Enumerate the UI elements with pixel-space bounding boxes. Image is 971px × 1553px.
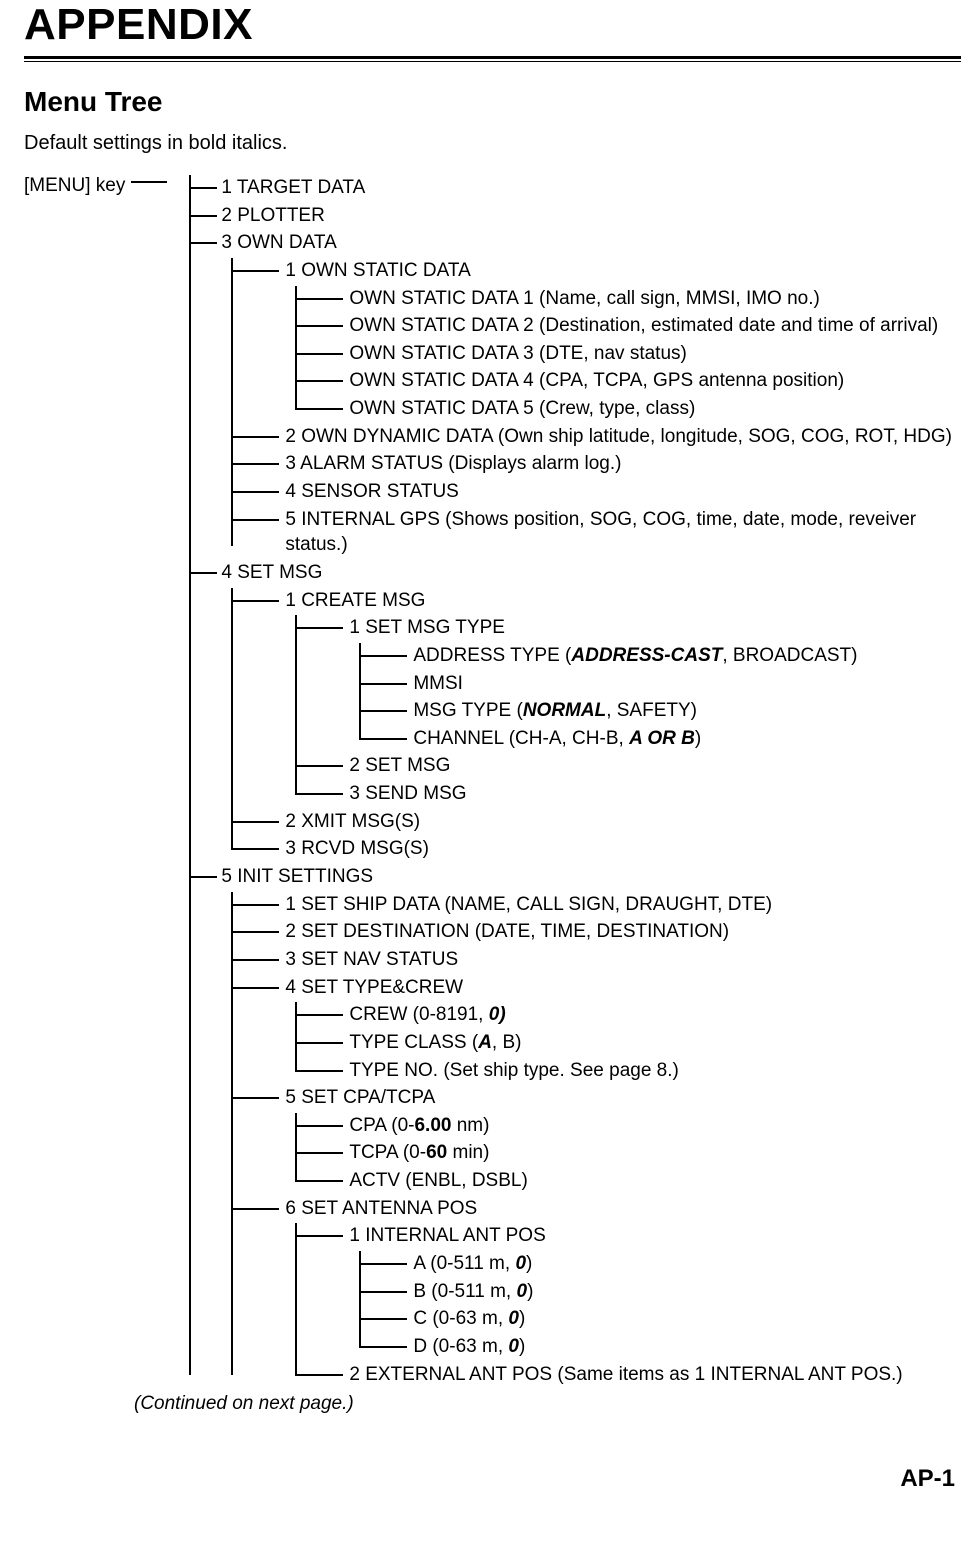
tree-node: 3 OWN DATA 1 OWN STATIC DATA OWN STATIC DA… (201, 230, 961, 558)
tree-node-label: OWN STATIC DATA 2 (Destination, estimate… (349, 315, 938, 336)
tree-node: OWN STATIC DATA 3 (DTE, nav status) (329, 341, 961, 367)
tree-node: C (0-63 m, 0) (393, 1306, 961, 1332)
tree-node-label: 3 SEND MSG (349, 783, 466, 804)
tree-node-label: ADDRESS TYPE (ADDRESS-CAST, BROADCAST) (413, 645, 857, 666)
tree-node: 2 OWN DYNAMIC DATA (Own ship latitude, l… (265, 424, 961, 450)
tree-node: B (0-511 m, 0) (393, 1279, 961, 1305)
tree-node-label: OWN STATIC DATA 1 (Name, call sign, MMSI… (349, 288, 820, 309)
tree-node: 2 EXTERNAL ANT POS (Same items as 1 INTE… (329, 1362, 961, 1388)
default-note: Default settings in bold italics. (24, 132, 961, 155)
tree-node: 1 SET MSG TYPE ADDRESS TYPE (ADDRESS-CAST… (329, 615, 961, 751)
tree-node: TYPE CLASS (A, B) (329, 1030, 961, 1056)
tree-node-label: 1 INTERNAL ANT POS (349, 1225, 545, 1246)
menu-tree-root-children: 1 TARGET DATA 2 PLOTTER 3 OWN DATA 1 OWN ST… (181, 173, 961, 1389)
tree-node-label: C (0-63 m, 0) (413, 1308, 525, 1329)
tree-node-label: 2 EXTERNAL ANT POS (Same items as 1 INTE… (349, 1364, 902, 1385)
tree-node: 1 OWN STATIC DATA OWN STATIC DATA 1 (Name… (265, 258, 961, 422)
tree-node-label: 3 ALARM STATUS (Displays alarm log.) (285, 453, 621, 474)
tree-node: 3 RCVD MSG(S) (265, 836, 961, 862)
tree-node-label: TCPA (0-60 min) (349, 1142, 489, 1163)
tree-node-label: 1 OWN STATIC DATA (285, 260, 470, 281)
tree-node: 3 SET NAV STATUS (265, 947, 961, 973)
tree-node: 1 CREATE MSG 1 SET MSG TYPE ADDRESS TYPE (… (265, 588, 961, 807)
tree-node-label: 2 PLOTTER (221, 205, 324, 226)
tree-node: A (0-511 m, 0) (393, 1251, 961, 1277)
tree-node-label: 1 SET SHIP DATA (NAME, CALL SIGN, DRAUGH… (285, 894, 772, 915)
tree-node: 4 SET TYPE&CREW CREW (0-8191, 0) TYPE CLAS… (265, 975, 961, 1084)
tree-node-label: TYPE CLASS (A, B) (349, 1032, 521, 1053)
tree-node: MMSI (393, 671, 961, 697)
tree-node: 2 XMIT MSG(S) (265, 809, 961, 835)
tree-node-label: 2 OWN DYNAMIC DATA (Own ship latitude, l… (285, 426, 952, 447)
tree-node: OWN STATIC DATA 5 (Crew, type, class) (329, 396, 961, 422)
page-number: AP-1 (24, 1465, 961, 1493)
tree-node-label: MSG TYPE (NORMAL, SAFETY) (413, 700, 697, 721)
tree-node-label: CPA (0-6.00 nm) (349, 1115, 489, 1136)
tree-node-label: A (0-511 m, 0) (413, 1253, 532, 1274)
tree-node-label: 4 SET TYPE&CREW (285, 977, 463, 998)
tree-node: 5 SET CPA/TCPA CPA (0-6.00 nm) TCPA (0-60 … (265, 1085, 961, 1194)
tree-node-label: 3 RCVD MSG(S) (285, 838, 429, 859)
section-heading: Menu Tree (24, 86, 961, 118)
tree-node: 4 SENSOR STATUS (265, 479, 961, 505)
tree-node: 2 PLOTTER (201, 203, 961, 229)
tree-node-label: 2 XMIT MSG(S) (285, 811, 420, 832)
tree-node-label: 5 INIT SETTINGS (221, 866, 373, 887)
tree-node: D (0-63 m, 0) (393, 1334, 961, 1360)
tree-node: ADDRESS TYPE (ADDRESS-CAST, BROADCAST) (393, 643, 961, 669)
tree-node: 6 SET ANTENNA POS 1 INTERNAL ANT POS A (0-… (265, 1196, 961, 1387)
tree-node-label: CHANNEL (CH-A, CH-B, A OR B) (413, 728, 701, 749)
tree-node: TYPE NO. (Set ship type. See page 8.) (329, 1058, 961, 1084)
tree-node: TCPA (0-60 min) (329, 1140, 961, 1166)
menu-tree: [MENU] key 1 TARGET DATA 2 PLOTTER 3 OWN D… (24, 173, 961, 1389)
tree-node-label: 3 SET NAV STATUS (285, 949, 458, 970)
tree-node: MSG TYPE (NORMAL, SAFETY) (393, 698, 961, 724)
tree-node-label: 4 SET MSG (221, 562, 322, 583)
tree-node: CREW (0-8191, 0) (329, 1002, 961, 1028)
tree-node-label: 4 SENSOR STATUS (285, 481, 459, 502)
tree-node-label: 2 SET MSG (349, 755, 450, 776)
tree-node-label: 1 CREATE MSG (285, 590, 425, 611)
tree-node: 5 INIT SETTINGS 1 SET SHIP DATA (NAME, CA… (201, 864, 961, 1387)
continued-note: (Continued on next page.) (134, 1393, 961, 1415)
tree-node-label: TYPE NO. (Set ship type. See page 8.) (349, 1060, 679, 1081)
tree-node: 3 ALARM STATUS (Displays alarm log.) (265, 451, 961, 477)
tree-node: OWN STATIC DATA 4 (CPA, TCPA, GPS antenn… (329, 368, 961, 394)
tree-node: CPA (0-6.00 nm) (329, 1113, 961, 1139)
tree-node-label: ACTV (ENBL, DSBL) (349, 1170, 527, 1191)
tree-node: ACTV (ENBL, DSBL) (329, 1168, 961, 1194)
tree-node: 1 INTERNAL ANT POS A (0-511 m, 0) B (0-511… (329, 1223, 961, 1359)
menu-tree-root-label: [MENU] key (24, 173, 181, 199)
tree-node-label: 5 INTERNAL GPS (Shows position, SOG, COG… (285, 509, 916, 556)
tree-node: 5 INTERNAL GPS (Shows position, SOG, COG… (265, 507, 961, 558)
tree-node: 1 SET SHIP DATA (NAME, CALL SIGN, DRAUGH… (265, 892, 961, 918)
tree-node-label: CREW (0-8191, 0) (349, 1004, 505, 1025)
tree-node-label: 6 SET ANTENNA POS (285, 1198, 477, 1219)
tree-node-label: B (0-511 m, 0) (413, 1281, 533, 1302)
tree-node-label: MMSI (413, 673, 463, 694)
tree-node: 1 TARGET DATA (201, 175, 961, 201)
title-rule-thick (24, 56, 961, 59)
tree-node-label: 5 SET CPA/TCPA (285, 1087, 435, 1108)
tree-node-label: OWN STATIC DATA 3 (DTE, nav status) (349, 343, 686, 364)
tree-node-label: 3 OWN DATA (221, 232, 336, 253)
tree-node-label: D (0-63 m, 0) (413, 1336, 525, 1357)
tree-node: 2 SET DESTINATION (DATE, TIME, DESTINATI… (265, 919, 961, 945)
tree-node-label: OWN STATIC DATA 5 (Crew, type, class) (349, 398, 695, 419)
tree-node-label: OWN STATIC DATA 4 (CPA, TCPA, GPS antenn… (349, 370, 844, 391)
page-title: APPENDIX (24, 0, 961, 50)
tree-node-label: 1 TARGET DATA (221, 177, 365, 198)
title-rule-thin (24, 61, 961, 62)
tree-node: 3 SEND MSG (329, 781, 961, 807)
tree-node: 4 SET MSG 1 CREATE MSG 1 SET MSG TYPE ADDRE… (201, 560, 961, 862)
tree-node: OWN STATIC DATA 2 (Destination, estimate… (329, 313, 961, 339)
tree-node: 2 SET MSG (329, 753, 961, 779)
tree-node: CHANNEL (CH-A, CH-B, A OR B) (393, 726, 961, 752)
tree-node-label: 2 SET DESTINATION (DATE, TIME, DESTINATI… (285, 921, 729, 942)
tree-node: OWN STATIC DATA 1 (Name, call sign, MMSI… (329, 286, 961, 312)
tree-node-label: 1 SET MSG TYPE (349, 617, 505, 638)
